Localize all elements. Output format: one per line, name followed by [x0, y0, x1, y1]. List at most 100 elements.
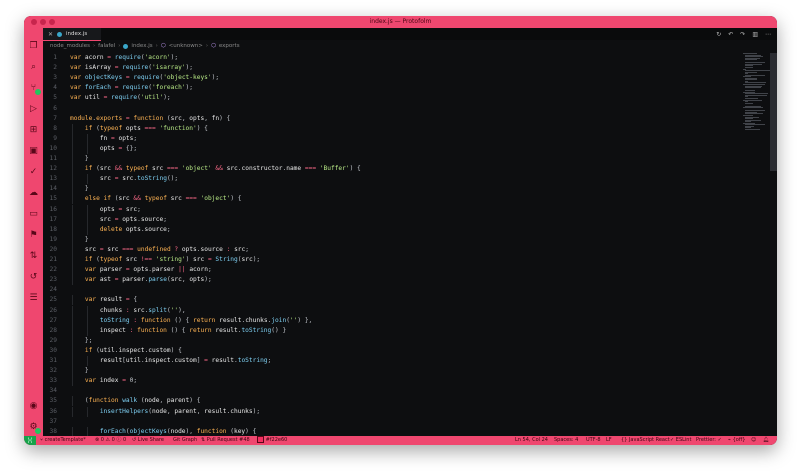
- editor-actions: ↻ ↶ ↷ ▥ ⋯: [716, 28, 771, 40]
- pull-request-icon[interactable]: ⇅: [27, 250, 40, 263]
- tab-index-js[interactable]: ✕ index.js: [43, 28, 101, 41]
- prettier-status[interactable]: Prettier: ✓: [696, 436, 722, 445]
- minimap[interactable]: [743, 53, 770, 131]
- line-number: 9: [53, 134, 57, 142]
- close-tab-icon[interactable]: ✕: [48, 31, 53, 38]
- indent-guide: [87, 204, 88, 215]
- code-text: };: [70, 336, 93, 344]
- git-graph-status[interactable]: Git Graph: [173, 436, 197, 445]
- minimap-line: [745, 87, 761, 89]
- code-editor[interactable]: 1 var acorn = require('acorn'); 2 var isArr…: [43, 53, 741, 437]
- line-number: 32: [49, 367, 57, 375]
- line-number: 2: [53, 64, 57, 72]
- docker-icon[interactable]: ☁: [27, 187, 40, 200]
- branch-status[interactable]: ⑂ createTemplate*: [40, 436, 86, 445]
- extensions-icon[interactable]: ⊞: [27, 124, 40, 137]
- code-text: var util = require('util');: [70, 94, 171, 102]
- off-status[interactable]: ⌁ {off}: [728, 436, 745, 445]
- line-number: 7: [53, 114, 57, 122]
- settings-icon[interactable]: ⚙: [27, 421, 41, 434]
- account-icon[interactable]: ◉: [27, 400, 40, 413]
- problems-status[interactable]: ⊗ 0 ⚠ 0 ⓘ 0: [95, 436, 126, 445]
- color-swatch: [257, 436, 264, 443]
- indent-guide: [72, 356, 73, 367]
- remote-explorer-icon[interactable]: ▣: [27, 145, 40, 158]
- search-icon[interactable]: ⌕: [27, 61, 40, 74]
- more-actions-icon[interactable]: ⋯: [765, 31, 771, 38]
- run-debug-icon[interactable]: ▷: [27, 103, 40, 116]
- line-number: 29: [49, 336, 57, 344]
- indent-guide: [72, 295, 73, 306]
- live-share-icon[interactable]: ↺: [27, 271, 40, 284]
- line-number: 36: [49, 407, 57, 415]
- timeline-icon[interactable]: ☰: [27, 292, 40, 305]
- line-number: 18: [49, 225, 57, 233]
- code-text: result[util.inspect.custom] = result.toS…: [99, 357, 272, 364]
- indent-guide: [72, 376, 73, 387]
- go-forward-icon[interactable]: ↷: [740, 31, 745, 38]
- eol-status[interactable]: LF: [606, 436, 612, 445]
- line-number: 31: [49, 357, 57, 364]
- files-icon[interactable]: ❐: [27, 40, 40, 53]
- indentation-status[interactable]: Spaces: 4: [554, 436, 578, 445]
- go-back-icon[interactable]: ↶: [728, 31, 733, 38]
- breadcrumb-item[interactable]: exports: [219, 43, 240, 49]
- line-number: 22: [49, 266, 57, 274]
- line-number: 30: [49, 346, 57, 354]
- source-control-badge: [35, 89, 41, 95]
- breadcrumb-item[interactable]: falafel: [98, 43, 115, 49]
- indent-guide: [72, 255, 73, 266]
- line-number: 24: [49, 286, 57, 294]
- indent-guide: [72, 366, 73, 377]
- line-number: 15: [49, 195, 57, 203]
- cursor-position-status[interactable]: Ln 54, Col 24: [515, 436, 548, 445]
- breadcrumb-item[interactable]: node_modules: [50, 43, 90, 49]
- line-number: 27: [49, 316, 57, 324]
- code-text: insertHelpers(node, parent, result.chunk…: [99, 407, 261, 415]
- code-text: var acorn = require('acorn');: [70, 54, 179, 61]
- remote-indicator-icon[interactable]: ⟩⟨: [24, 436, 36, 445]
- line-number: 12: [49, 165, 57, 173]
- code-text: src = src === undefined ? opts.source : …: [84, 245, 249, 253]
- chevron-right-icon: ›: [155, 43, 158, 49]
- testing-icon[interactable]: ✓: [27, 166, 40, 179]
- line-number: 10: [49, 144, 57, 152]
- pull-request-status[interactable]: ⇅ Pull Request #48: [201, 436, 250, 445]
- symbol-icon: ⬡: [160, 43, 166, 49]
- line-number: 34: [49, 387, 57, 395]
- notifications-icon[interactable]: 🔔︎: [763, 436, 769, 445]
- live-share-status[interactable]: ↺ Live Share: [132, 436, 164, 445]
- color-status[interactable]: #f22e60: [257, 436, 287, 445]
- code-text: src = opts.source;: [99, 215, 167, 223]
- activity-bar: ❐ ⌕ ⑂ ▷ ⊞ ▣ ✓ ☁ ▭ ⚑ ⇅ ↺ ☰ ◉ ⚙: [24, 28, 43, 436]
- indent-guide: [72, 396, 73, 407]
- encoding-status[interactable]: UTF-8: [586, 436, 601, 445]
- indent-guide: [87, 325, 88, 336]
- code-text: else if (src && typeof src === 'object')…: [84, 195, 242, 203]
- code-text: if (util.inspect.custom) {: [84, 346, 182, 354]
- source-control-icon[interactable]: ⑂: [27, 82, 41, 95]
- indent-guide: [72, 123, 73, 134]
- indent-guide: [87, 305, 88, 316]
- split-editor-icon[interactable]: ▥: [752, 31, 758, 38]
- indent-guide: [87, 133, 88, 144]
- line-number: 16: [49, 205, 57, 213]
- breadcrumb-item[interactable]: index.js: [131, 43, 152, 49]
- bookmark-icon[interactable]: ⚑: [27, 229, 40, 242]
- eslint-status[interactable]: ✓ ESLint: [670, 436, 691, 445]
- indent-guide: [72, 204, 73, 215]
- code-text: delete opts.source;: [99, 225, 171, 233]
- line-number: 14: [49, 185, 57, 193]
- indent-guide: [72, 325, 73, 336]
- tab-label: index.js: [66, 31, 88, 37]
- history-icon[interactable]: ↻: [716, 31, 721, 38]
- settings-badge: [35, 428, 41, 434]
- language-mode-status[interactable]: {} JavaScript React: [621, 436, 670, 445]
- braces-icon: {}: [621, 437, 629, 443]
- breadcrumb-item[interactable]: <unknown>: [169, 43, 203, 49]
- feedback-icon[interactable]: ☺: [751, 436, 756, 445]
- folder-icon[interactable]: ▭: [27, 208, 40, 221]
- minimap-line: [745, 66, 753, 68]
- indent-guide: [72, 184, 73, 195]
- vertical-scrollbar[interactable]: [770, 53, 777, 171]
